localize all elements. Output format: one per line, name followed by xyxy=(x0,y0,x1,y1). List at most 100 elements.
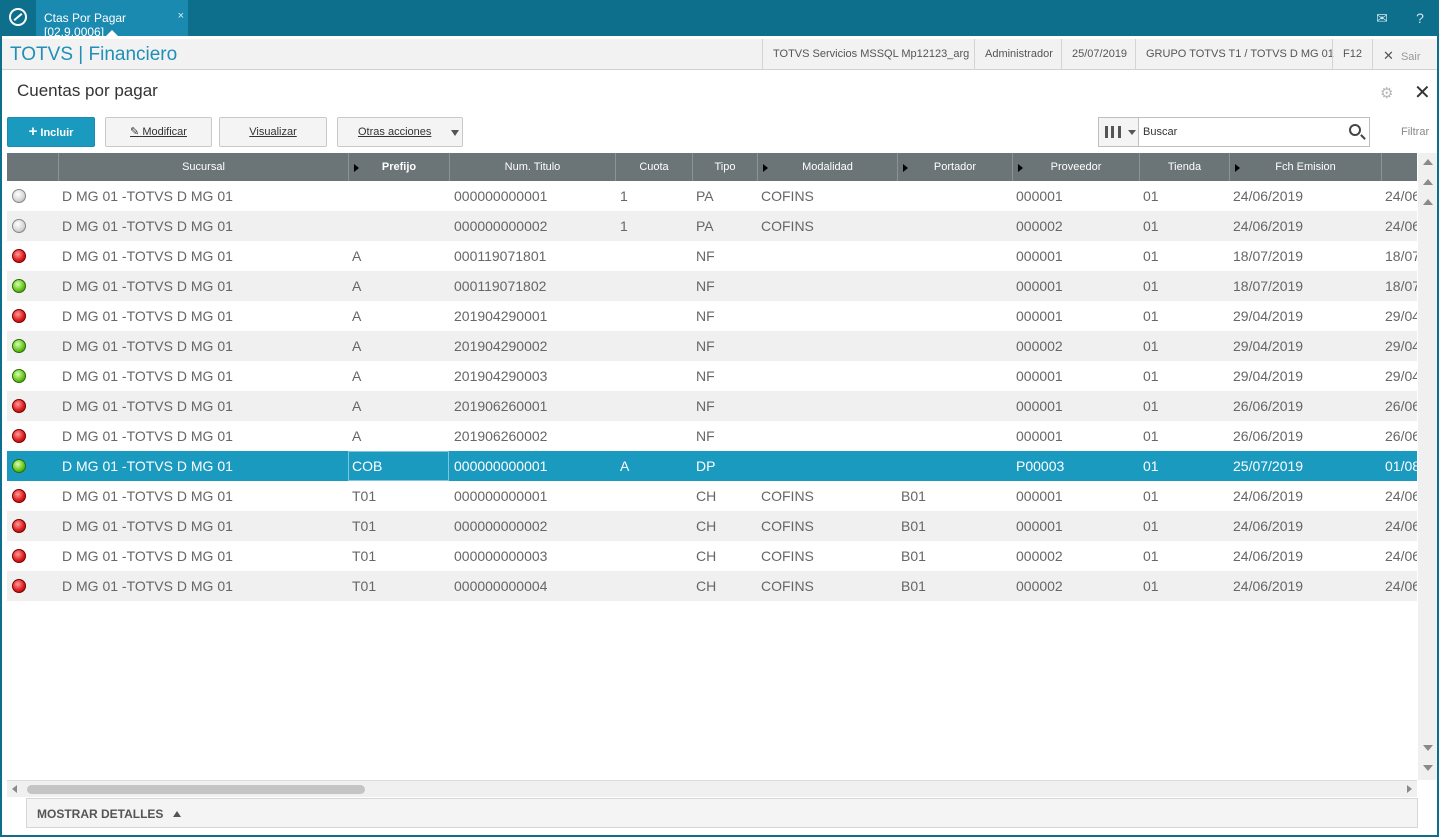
table-row[interactable]: D MG 01 -TOTVS D MG 01 T01 000000000003 CH C… xyxy=(7,541,1417,571)
incluir-button[interactable]: + Incluir xyxy=(7,117,95,147)
filtrar-link[interactable]: Filtrar xyxy=(1401,126,1429,138)
horizontal-scrollbar[interactable] xyxy=(7,780,1417,797)
help-icon[interactable]: ? xyxy=(1410,8,1430,28)
cell-tienda: 01 xyxy=(1143,338,1159,354)
sort-arrow-icon xyxy=(1018,164,1023,172)
cell-tienda: 01 xyxy=(1143,278,1159,294)
col-tienda[interactable]: Tienda xyxy=(1140,153,1230,181)
status-red-icon xyxy=(12,549,26,563)
cell-num-titulo: 000000000001 xyxy=(454,458,548,474)
scroll-left-icon[interactable] xyxy=(12,785,17,793)
modificar-button[interactable]: ✎ Modificar xyxy=(105,117,212,147)
cell-proveedor: 000001 xyxy=(1016,428,1063,444)
tab-ctas-por-pagar[interactable]: Ctas Por Pagar [02.9.0006] × xyxy=(36,0,188,39)
cell-num-titulo: 000000000002 xyxy=(454,518,548,534)
cell-sucursal: D MG 01 -TOTVS D MG 01 xyxy=(62,428,233,444)
table-row[interactable]: D MG 01 -TOTVS D MG 01 T01 000000000001 CH C… xyxy=(7,481,1417,511)
search-box xyxy=(1098,117,1370,147)
cell-prefijo: A xyxy=(352,338,362,354)
user-info[interactable]: Administrador xyxy=(974,39,1063,70)
cell-prefijo: A xyxy=(352,428,362,444)
cell-portador xyxy=(901,301,1011,331)
mostrar-detalles-button[interactable]: MOSTRAR DETALLES xyxy=(37,807,181,821)
cell-fch-emision: 26/06/2019 xyxy=(1233,398,1304,414)
col-portador[interactable]: Portador xyxy=(898,153,1013,181)
search-icon[interactable] xyxy=(1349,124,1361,136)
table-row[interactable]: D MG 01 -TOTVS D MG 01 T01 000000000002 CH C… xyxy=(7,511,1417,541)
col-num-titulo[interactable]: Num. Titulo xyxy=(450,153,616,181)
scroll-up-icon[interactable] xyxy=(1423,199,1433,205)
col-fch-emision[interactable]: Fch Emision xyxy=(1230,153,1382,181)
totvs-logo-icon[interactable] xyxy=(9,8,27,26)
cell-tienda: 01 xyxy=(1143,248,1159,264)
cell-fch-emision: 18/07/2019 xyxy=(1233,248,1304,264)
table-row[interactable]: D MG 01 -TOTVS D MG 01 A 000119071801 NF 000… xyxy=(7,241,1417,271)
col-modalidad[interactable]: Modalidad xyxy=(758,153,898,181)
app-header: TOTVS | Financiero TOTVS Servicios MSSQL… xyxy=(0,36,1439,70)
col-tipo[interactable]: Tipo xyxy=(693,153,758,181)
col-sucursal[interactable]: Sucursal xyxy=(59,153,349,181)
cell-sucursal: D MG 01 -TOTVS D MG 01 xyxy=(62,518,233,534)
col-status[interactable] xyxy=(7,153,59,181)
cell-tienda: 01 xyxy=(1143,428,1159,444)
cell-portador xyxy=(901,451,1011,481)
scroll-down-icon[interactable] xyxy=(1423,745,1433,751)
table-row[interactable]: D MG 01 -TOTVS D MG 01 000000000002 1 PA COF… xyxy=(7,211,1417,241)
scroll-right-icon[interactable] xyxy=(1407,785,1412,793)
table-row[interactable]: D MG 01 -TOTVS D MG 01 A 201906260002 NF 000… xyxy=(7,421,1417,451)
cell-fch-emision: 26/06/2019 xyxy=(1233,428,1304,444)
cell-portador xyxy=(901,331,1011,361)
cell-next: 26/06 xyxy=(1385,398,1417,414)
cell-num-titulo: 201904290002 xyxy=(454,338,548,354)
table-row[interactable]: D MG 01 -TOTVS D MG 01 A 201904290002 NF 000… xyxy=(7,331,1417,361)
gear-icon[interactable]: ⚙ xyxy=(1380,84,1393,102)
table-row[interactable]: D MG 01 -TOTVS D MG 01 A 201906260001 NF 000… xyxy=(7,391,1417,421)
scroll-down-icon[interactable] xyxy=(1423,765,1433,771)
cell-sucursal: D MG 01 -TOTVS D MG 01 xyxy=(62,278,233,294)
close-icon[interactable]: ✕ xyxy=(1414,80,1431,105)
sort-arrow-icon xyxy=(1235,164,1240,172)
sort-arrow-icon xyxy=(903,164,908,172)
mail-icon[interactable]: ✉ xyxy=(1372,8,1392,28)
cell-prefijo: COB xyxy=(352,458,383,474)
cell-portador: B01 xyxy=(901,548,926,564)
cell-tienda: 01 xyxy=(1143,218,1159,234)
cell-sucursal: D MG 01 -TOTVS D MG 01 xyxy=(62,188,233,204)
cell-cuota: 1 xyxy=(620,218,628,234)
scroll-top-icon[interactable] xyxy=(1423,159,1433,165)
table-row[interactable]: D MG 01 -TOTVS D MG 01 000000000001 1 PA COF… xyxy=(7,181,1417,211)
col-next[interactable] xyxy=(1382,153,1417,181)
cell-proveedor: 000001 xyxy=(1016,308,1063,324)
environment-info[interactable]: TOTVS Servicios MSSQL Mp12123_arg xyxy=(762,39,979,70)
exit-button[interactable]: ✕ Sair xyxy=(1372,39,1439,70)
col-proveedor[interactable]: Proveedor xyxy=(1013,153,1140,181)
columns-button[interactable] xyxy=(1099,118,1139,146)
table-row[interactable]: D MG 01 -TOTVS D MG 01 A 201904290003 NF 000… xyxy=(7,361,1417,391)
cell-proveedor: 000001 xyxy=(1016,368,1063,384)
cell-modalidad: COFINS xyxy=(761,548,814,564)
col-cuota[interactable]: Cuota xyxy=(616,153,693,181)
scroll-thumb[interactable] xyxy=(27,785,365,794)
table-row[interactable]: D MG 01 -TOTVS D MG 01 COB 000000000001 A DP… xyxy=(7,451,1417,481)
columns-icon xyxy=(1105,126,1121,138)
cell-cuota xyxy=(620,331,690,361)
col-prefijo[interactable]: Prefijo xyxy=(349,153,450,181)
table-row[interactable]: D MG 01 -TOTVS D MG 01 T01 000000000004 CH C… xyxy=(7,571,1417,601)
company-info[interactable]: GRUPO TOTVS T1 / TOTVS D MG 01 xyxy=(1135,39,1344,70)
f12-button[interactable]: F12 xyxy=(1332,39,1372,70)
table-row[interactable]: D MG 01 -TOTVS D MG 01 A 201904290001 NF 000… xyxy=(7,301,1417,331)
date-info[interactable]: 25/07/2019 xyxy=(1061,39,1137,70)
cell-tienda: 01 xyxy=(1143,308,1159,324)
cell-next: 24/06 xyxy=(1385,488,1417,504)
cell-modalidad: COFINS xyxy=(761,188,814,204)
otras-acciones-button[interactable]: Otras acciones xyxy=(337,117,463,147)
table-row[interactable]: D MG 01 -TOTVS D MG 01 A 000119071802 NF 000… xyxy=(7,271,1417,301)
visualizar-button[interactable]: Visualizar xyxy=(219,117,327,147)
status-red-icon xyxy=(12,249,26,263)
search-input[interactable] xyxy=(1143,118,1343,146)
cell-tipo: CH xyxy=(696,578,717,594)
scroll-up-icon[interactable] xyxy=(1423,179,1433,185)
cell-portador: B01 xyxy=(901,518,926,534)
vertical-scrollbar[interactable] xyxy=(1418,153,1438,780)
tab-close-icon[interactable]: × xyxy=(178,10,184,22)
